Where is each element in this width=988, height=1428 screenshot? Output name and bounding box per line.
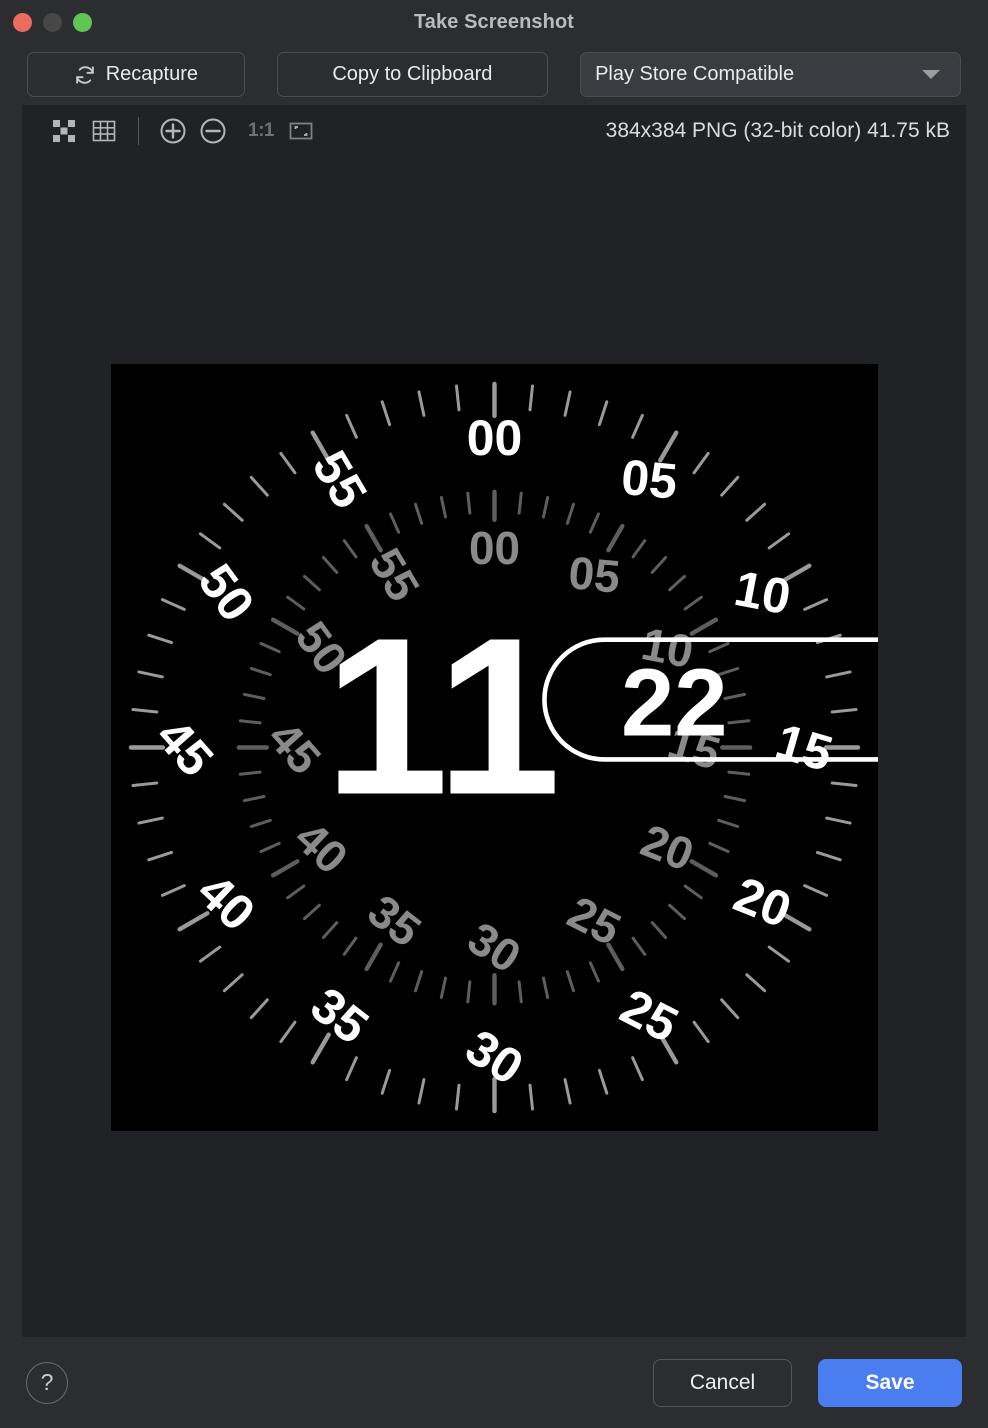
image-toolbar: 1:1 384x384 PNG (32-bit color) 41.75 kB — [22, 105, 966, 157]
close-window-button[interactable] — [13, 12, 32, 32]
actual-size-label: 1:1 — [248, 120, 274, 141]
copy-to-clipboard-button[interactable]: Copy to Clipboard — [276, 52, 549, 97]
actual-size-icon[interactable]: 1:1 — [241, 111, 281, 151]
dial-numeral: 10 — [730, 559, 795, 624]
chevron-down-icon — [922, 70, 940, 79]
toolbar-divider — [138, 117, 139, 145]
recapture-button[interactable]: Recapture — [27, 52, 245, 97]
tick-mark — [517, 491, 523, 515]
tick-mark — [517, 979, 523, 1003]
hour-numeral: 11 — [324, 591, 560, 841]
help-button[interactable]: ? — [26, 1361, 68, 1404]
action-button-row: Recapture Copy to Clipboard Play Store C… — [0, 44, 988, 105]
cancel-button-label: Cancel — [689, 1370, 756, 1394]
tick-mark — [465, 491, 471, 515]
dial-numeral: 00 — [468, 521, 519, 573]
window-title: Take Screenshot — [413, 10, 575, 33]
save-button-label: Save — [865, 1370, 915, 1394]
file-info-label: 384x384 PNG (32-bit color) 41.75 kB — [605, 119, 950, 142]
dial-numeral: 05 — [619, 448, 680, 509]
preview-canvas[interactable]: 00 05 10 15 20 25 30 35 40 45 50 55 00 05 10 15 20 25 30 3… — [22, 157, 966, 1337]
recapture-button-label: Recapture — [105, 63, 198, 85]
pixel-grid-icon[interactable] — [84, 111, 124, 151]
fit-to-window-icon[interactable] — [281, 111, 321, 151]
format-dropdown-value: Play Store Compatible — [595, 63, 795, 85]
dialog-footer: ? Cancel Save — [0, 1337, 988, 1428]
maximize-window-button[interactable] — [73, 12, 92, 32]
minute-numeral: 22 — [620, 649, 727, 756]
tick-mark — [465, 979, 471, 1003]
title-bar: Take Screenshot — [0, 0, 988, 44]
tick-mark — [238, 718, 262, 724]
traffic-lights — [0, 12, 92, 32]
screenshot-preview-image: 00 05 10 15 20 25 30 35 40 45 50 55 00 05 10 15 20 25 30 3… — [110, 363, 878, 1131]
cancel-button[interactable]: Cancel — [653, 1358, 792, 1407]
dial-numeral: 00 — [466, 409, 522, 465]
tick-mark — [726, 718, 750, 724]
tick-mark — [726, 770, 750, 776]
watch-face-render: 000510152025303540455055 00 0510152025303… — [110, 363, 878, 1131]
minimize-window-button[interactable] — [43, 12, 62, 32]
save-button[interactable]: Save — [818, 1358, 962, 1407]
take-screenshot-dialog: Take Screenshot Recapture Copy to Clipbo… — [0, 0, 988, 1428]
zoom-in-icon[interactable] — [153, 111, 193, 151]
help-button-label: ? — [40, 1369, 54, 1395]
zoom-out-icon[interactable] — [193, 111, 233, 151]
transparency-grid-icon[interactable] — [44, 111, 84, 151]
refresh-icon — [74, 64, 96, 86]
tick-mark — [238, 770, 262, 776]
copy-to-clipboard-label: Copy to Clipboard — [332, 63, 493, 85]
dial-numeral: 05 — [566, 546, 622, 603]
format-dropdown[interactable]: Play Store Compatible — [580, 52, 961, 97]
